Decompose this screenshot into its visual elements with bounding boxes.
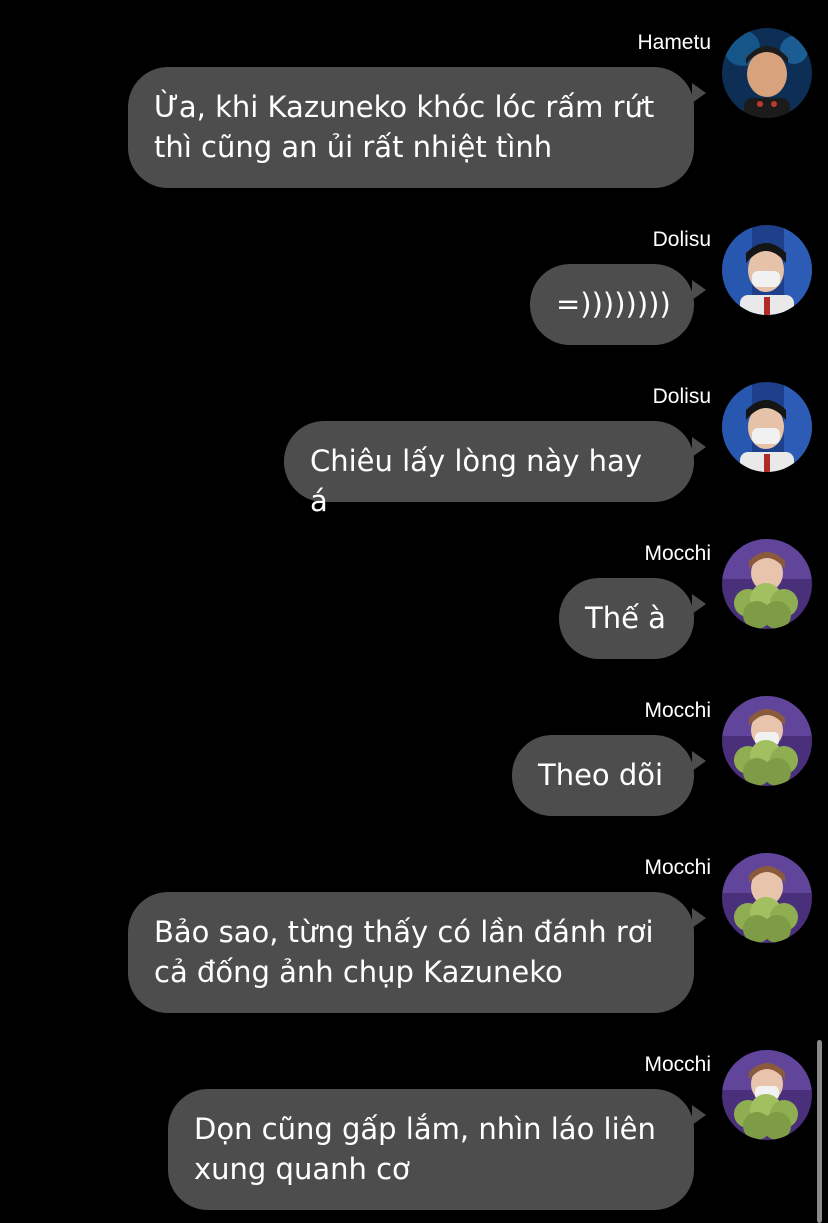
sender-name: Mocchi (644, 542, 711, 565)
sender-name: Mocchi (644, 1053, 711, 1076)
sender-avatar[interactable] (722, 1050, 812, 1140)
message-bubble[interactable]: Bảo sao, từng thấy có lần đánh rơi cả đố… (128, 892, 706, 1013)
avatar-mocchi-icon (722, 1050, 812, 1140)
sender-avatar[interactable] (722, 539, 812, 629)
avatar-hametu-icon (722, 28, 812, 118)
message-bubble[interactable]: Theo dõi (512, 735, 706, 816)
sender-avatar[interactable] (722, 853, 812, 943)
message-bubble[interactable]: Dọn cũng gấp lắm, nhìn láo liên xung qua… (168, 1089, 706, 1210)
sender-name: Hametu (637, 31, 711, 54)
message-bubble[interactable]: Ừa, khi Kazuneko khóc lóc rấm rứt thì cũ… (128, 67, 706, 188)
avatar-mocchi-icon (722, 539, 812, 629)
avatar-mocchi-icon (722, 853, 812, 943)
sender-name: Mocchi (644, 699, 711, 722)
sender-name: Mocchi (644, 856, 711, 879)
sender-avatar[interactable] (722, 382, 812, 472)
message-bubble[interactable]: Chiêu lấy lòng này hay á (284, 421, 706, 518)
sender-avatar[interactable] (722, 696, 812, 786)
sender-avatar[interactable] (722, 28, 812, 118)
sender-name: Dolisu (652, 228, 711, 251)
sender-name: Dolisu (652, 385, 711, 408)
avatar-dolisu-icon (722, 382, 812, 472)
sender-avatar[interactable] (722, 225, 812, 315)
avatar-mocchi-icon (722, 696, 812, 786)
avatar-dolisu-icon (722, 225, 812, 315)
message-bubble[interactable]: =)))))))) (530, 264, 706, 345)
message-bubble[interactable]: Thế à (559, 578, 706, 659)
scrollbar[interactable] (817, 1040, 822, 1223)
